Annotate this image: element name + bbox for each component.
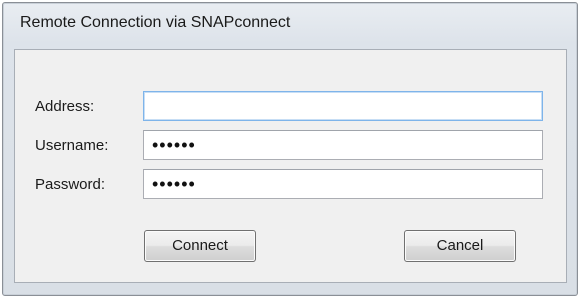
password-label: Password: <box>35 176 106 193</box>
username-field[interactable]: •••••• <box>143 130 543 160</box>
password-field[interactable]: •••••• <box>143 169 543 199</box>
password-value: •••••• <box>152 174 196 194</box>
address-field[interactable] <box>143 91 543 121</box>
window-title: Remote Connection via SNAPconnect <box>20 14 291 31</box>
username-label: Username: <box>35 137 109 154</box>
connect-button[interactable]: Connect <box>144 230 256 262</box>
cancel-button[interactable]: Cancel <box>404 230 516 262</box>
username-value: •••••• <box>152 135 196 155</box>
title-bar[interactable]: Remote Connection via SNAPconnect <box>3 3 577 43</box>
address-label: Address: <box>35 98 95 115</box>
dialog-content: Address: Username: •••••• Password: ••••… <box>14 49 567 283</box>
remote-connection-dialog: Remote Connection via SNAPconnect Addres… <box>2 2 578 296</box>
